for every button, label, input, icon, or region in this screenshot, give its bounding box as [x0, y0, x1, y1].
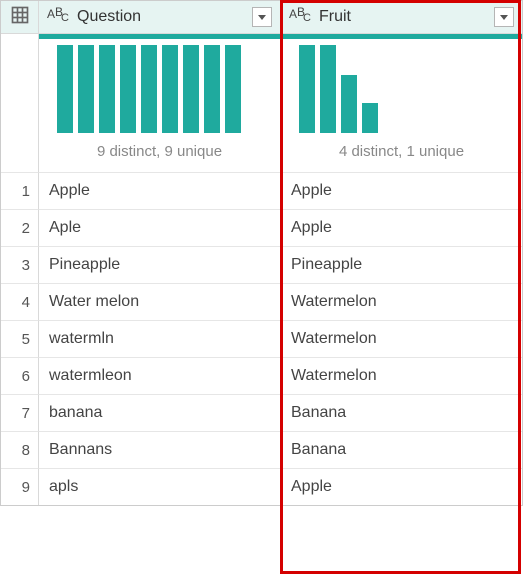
cell-fruit[interactable]: Watermelon	[281, 357, 522, 394]
cell-question[interactable]: Water melon	[39, 283, 281, 320]
table-row[interactable]: 9aplsApple	[1, 468, 522, 505]
cell-question[interactable]: watermln	[39, 320, 281, 357]
row-number[interactable]: 6	[1, 357, 39, 394]
table-row[interactable]: 3PineapplePineapple	[1, 246, 522, 283]
distribution-histogram	[39, 39, 280, 139]
row-number[interactable]: 1	[1, 172, 39, 209]
column-profile-question[interactable]: 9 distinct, 9 unique	[39, 33, 281, 172]
table-row[interactable]: 1AppleApple	[1, 172, 522, 209]
row-number[interactable]: 3	[1, 246, 39, 283]
column-dropdown-button[interactable]	[494, 7, 514, 27]
cell-question[interactable]: Pineapple	[39, 246, 281, 283]
header-row: ABC Question ABC Fruit	[1, 1, 522, 33]
cell-question[interactable]: apls	[39, 468, 281, 505]
select-all-cell[interactable]	[1, 1, 39, 33]
table-row[interactable]: 2ApleApple	[1, 209, 522, 246]
cell-fruit[interactable]: Pineapple	[281, 246, 522, 283]
row-number[interactable]: 4	[1, 283, 39, 320]
cell-question[interactable]: Bannans	[39, 431, 281, 468]
table-row[interactable]: 7bananaBanana	[1, 394, 522, 431]
table-icon	[10, 5, 30, 29]
text-type-icon: ABC	[289, 8, 313, 26]
cell-question[interactable]: Apple	[39, 172, 281, 209]
text-type-icon: ABC	[47, 8, 71, 26]
table-row[interactable]: 5watermlnWatermelon	[1, 320, 522, 357]
table-row[interactable]: 6watermleonWatermelon	[1, 357, 522, 394]
cell-fruit[interactable]: Apple	[281, 209, 522, 246]
cell-question[interactable]: Aple	[39, 209, 281, 246]
row-number[interactable]: 7	[1, 394, 39, 431]
column-dropdown-button[interactable]	[252, 7, 272, 27]
row-number[interactable]: 2	[1, 209, 39, 246]
row-number[interactable]: 9	[1, 468, 39, 505]
cell-fruit[interactable]: Apple	[281, 468, 522, 505]
table-row[interactable]: 8BannansBanana	[1, 431, 522, 468]
profile-stats: 9 distinct, 9 unique	[39, 139, 280, 172]
data-table: ABC Question ABC Fruit	[0, 0, 523, 506]
cell-fruit[interactable]: Watermelon	[281, 283, 522, 320]
column-header-fruit[interactable]: ABC Fruit	[281, 1, 522, 33]
table-row[interactable]: 4Water melonWatermelon	[1, 283, 522, 320]
column-header-question[interactable]: ABC Question	[39, 1, 281, 33]
column-name: Fruit	[319, 8, 351, 26]
distribution-histogram	[281, 39, 522, 139]
row-number[interactable]: 8	[1, 431, 39, 468]
cell-fruit[interactable]: Banana	[281, 394, 522, 431]
cell-fruit[interactable]: Banana	[281, 431, 522, 468]
column-profile-row: 9 distinct, 9 unique 4 distinct, 1 uniqu…	[1, 33, 522, 172]
cell-fruit[interactable]: Watermelon	[281, 320, 522, 357]
row-number[interactable]: 5	[1, 320, 39, 357]
cell-question[interactable]: watermleon	[39, 357, 281, 394]
profile-gutter	[1, 33, 39, 172]
cell-question[interactable]: banana	[39, 394, 281, 431]
column-profile-fruit[interactable]: 4 distinct, 1 unique	[281, 33, 522, 172]
column-name: Question	[77, 8, 141, 26]
cell-fruit[interactable]: Apple	[281, 172, 522, 209]
profile-stats: 4 distinct, 1 unique	[281, 139, 522, 172]
